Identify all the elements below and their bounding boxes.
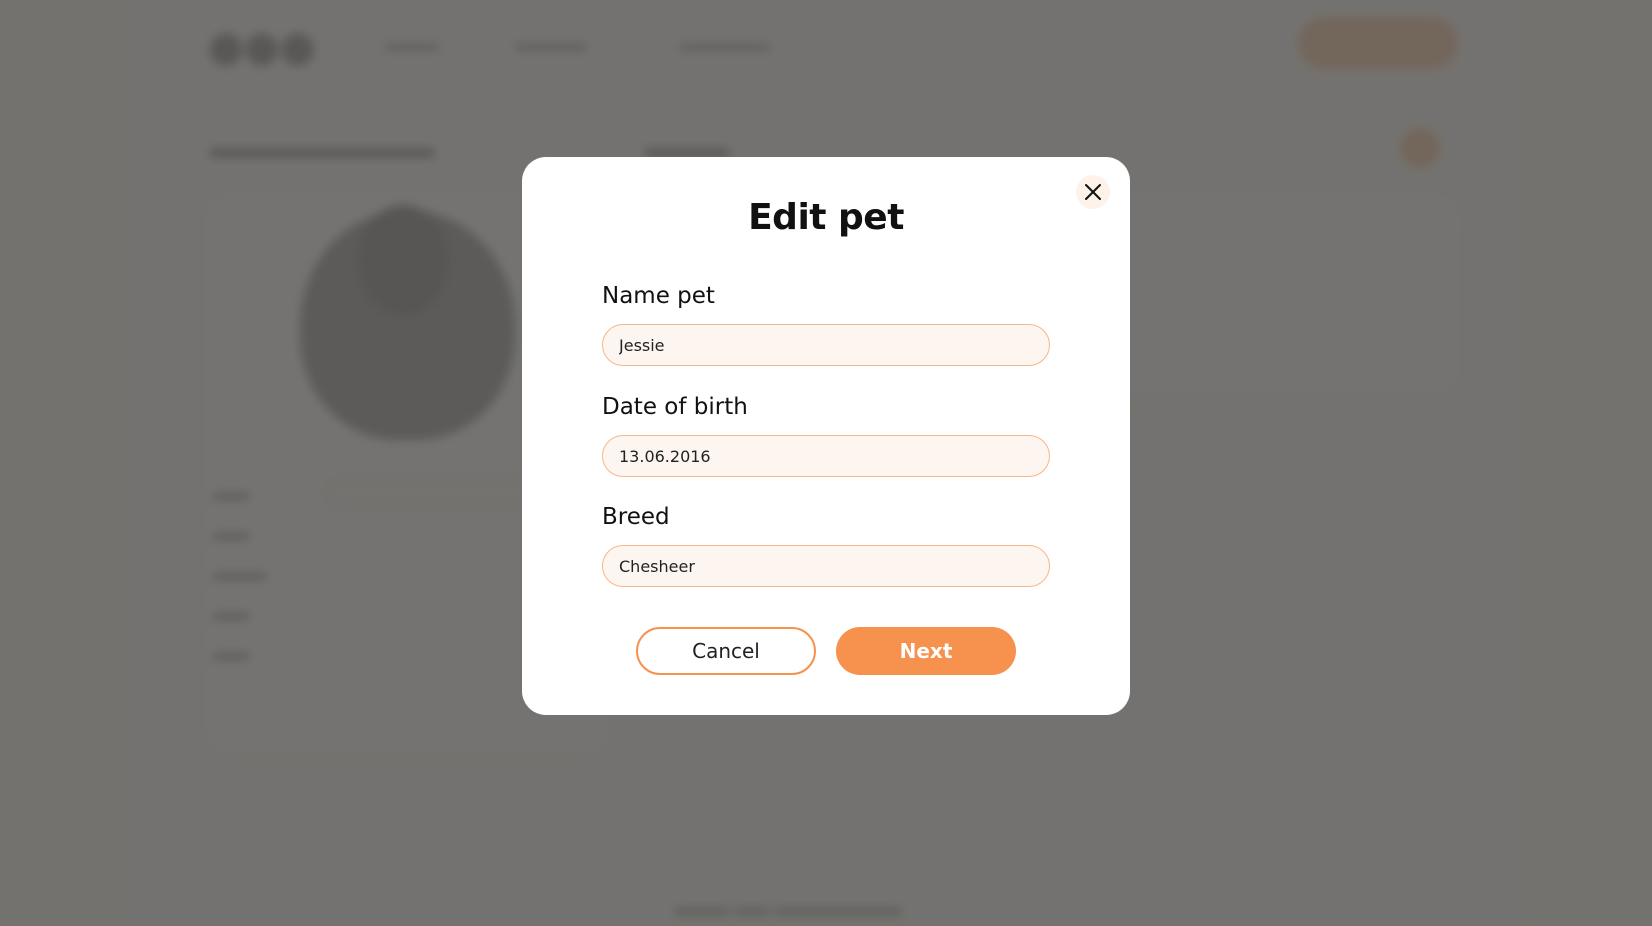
date-of-birth-label: Date of birth bbox=[602, 394, 748, 420]
next-button[interactable]: Next bbox=[836, 627, 1016, 675]
modal-title: Edit pet bbox=[748, 197, 904, 238]
edit-pet-modal: Edit pet Name pet Date of birth Breed Ca… bbox=[522, 157, 1130, 715]
page: ⬤⬤⬤ ▬▬▬ ▬▬▬▬ ▬▬▬▬▬ ▬▬▬▬▬▬▬▬ ▬▬▬ ▬▬ ▬▬ ▬▬… bbox=[0, 0, 1652, 926]
date-of-birth-input[interactable] bbox=[602, 435, 1050, 477]
cancel-button[interactable]: Cancel bbox=[636, 627, 816, 675]
breed-label: Breed bbox=[602, 504, 670, 530]
name-pet-input[interactable] bbox=[602, 324, 1050, 366]
name-pet-label: Name pet bbox=[602, 283, 715, 309]
breed-input[interactable] bbox=[602, 545, 1050, 587]
